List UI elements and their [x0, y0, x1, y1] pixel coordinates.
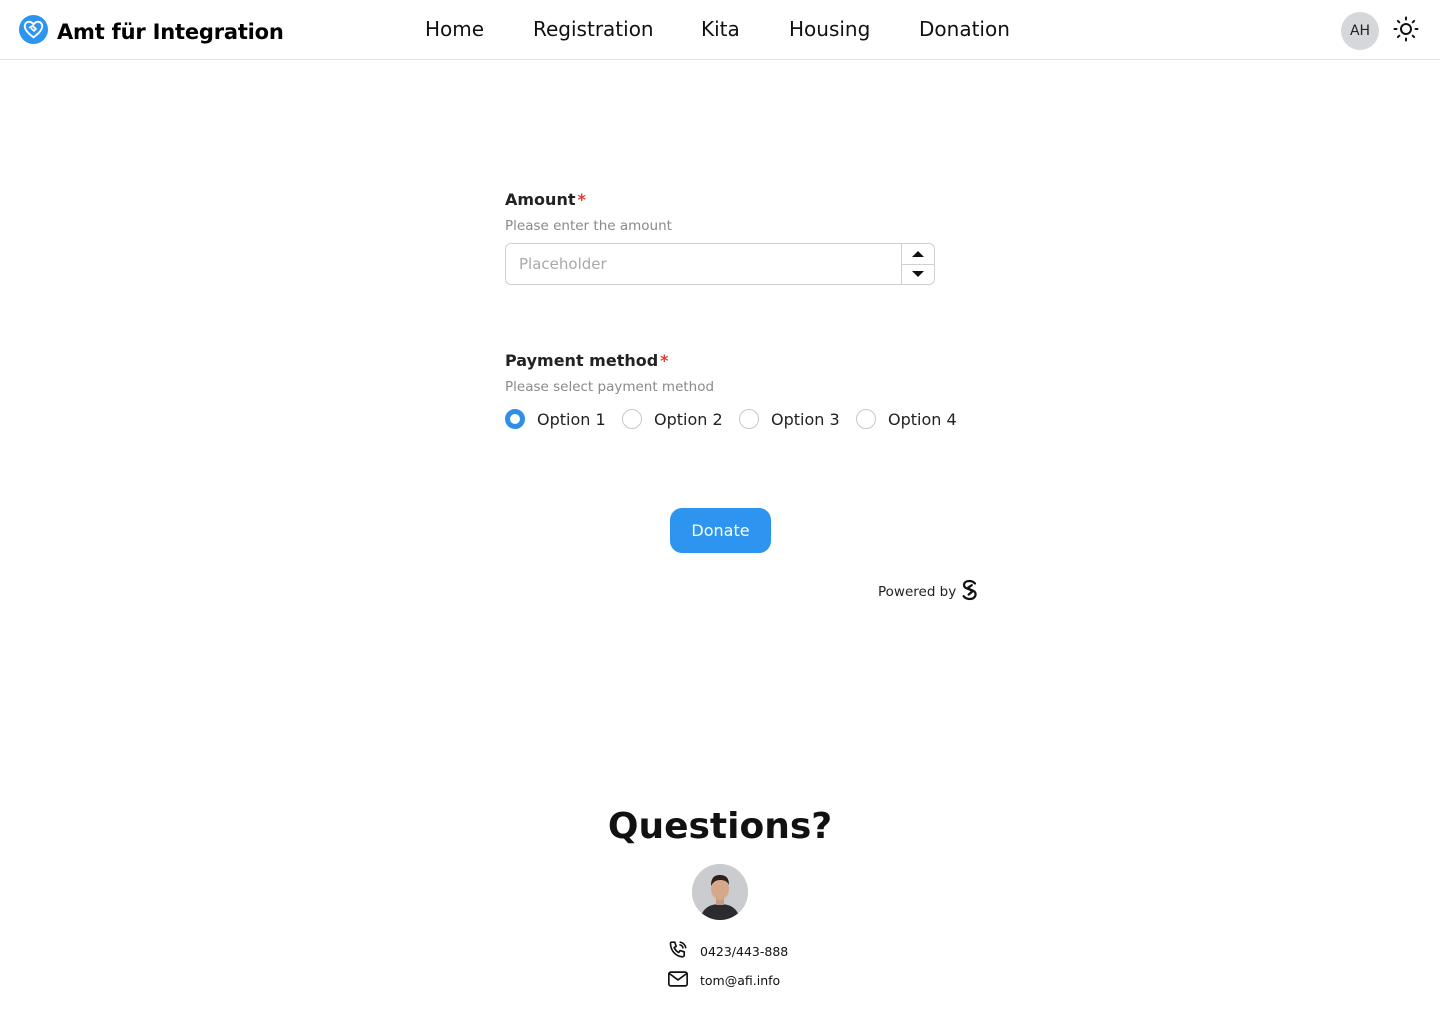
radio-label: Option 2: [654, 409, 723, 429]
amount-label-text: Amount: [505, 190, 576, 209]
phone-icon: [667, 939, 689, 964]
sun-icon: [1393, 16, 1419, 46]
contact-photo: [692, 864, 748, 920]
nav-donation[interactable]: Donation: [919, 17, 1010, 41]
questions-heading: Questions?: [607, 806, 833, 847]
nav-kita[interactable]: Kita: [701, 17, 789, 41]
caret-down-icon: [912, 271, 924, 278]
powered-by: Powered by: [878, 579, 980, 605]
payment-method-section: Payment method * Please select payment me…: [505, 351, 985, 429]
amount-section: Amount * Please enter the amount: [505, 190, 955, 285]
theme-toggle-button[interactable]: [1392, 16, 1420, 46]
radio-label: Option 1: [537, 409, 606, 429]
radio-button[interactable]: [739, 409, 759, 429]
radio-button-checked[interactable]: [505, 409, 525, 429]
nav-housing[interactable]: Housing: [789, 17, 919, 41]
amount-help-text: Please enter the amount: [505, 218, 672, 234]
radio-label: Option 4: [888, 409, 957, 429]
payment-method-radio-group: Option 1 Option 2 Option 3 Option 4: [505, 409, 985, 429]
caret-up-icon: [912, 250, 924, 257]
increment-button[interactable]: [902, 244, 934, 265]
top-header: Amt für Integration Home Registration Ki…: [0, 0, 1440, 60]
radio-option-3[interactable]: Option 3: [739, 409, 856, 429]
donate-button[interactable]: Donate: [670, 508, 771, 553]
radio-option-2[interactable]: Option 2: [622, 409, 739, 429]
amount-field: [505, 243, 935, 285]
radio-button[interactable]: [856, 409, 876, 429]
radio-label: Option 3: [771, 409, 840, 429]
heart-handshake-icon: [18, 14, 49, 49]
amount-label: Amount *: [505, 190, 955, 209]
required-mark: *: [660, 351, 669, 370]
payment-method-label: Payment method *: [505, 351, 985, 370]
radio-option-1[interactable]: Option 1: [505, 409, 622, 429]
mail-icon: [667, 969, 689, 992]
nav-registration[interactable]: Registration: [533, 17, 701, 41]
contact-phone[interactable]: 0423/443-888: [667, 939, 788, 964]
required-mark: *: [577, 190, 586, 209]
radio-button[interactable]: [622, 409, 642, 429]
user-avatar[interactable]: AH: [1341, 12, 1379, 50]
amount-stepper: [901, 244, 934, 284]
stripe-s-icon[interactable]: [960, 579, 980, 605]
nav-home[interactable]: Home: [425, 17, 533, 41]
email-address: tom@afi.info: [700, 973, 781, 988]
payment-method-help-text: Please select payment method: [505, 379, 715, 395]
radio-option-4[interactable]: Option 4: [856, 409, 957, 429]
app-title: Amt für Integration: [57, 19, 284, 44]
logo[interactable]: Amt für Integration: [18, 14, 284, 49]
payment-method-label-text: Payment method: [505, 351, 659, 370]
main-nav: Home Registration Kita Housing Donation: [425, 17, 1010, 41]
amount-input[interactable]: [506, 244, 902, 284]
contact-email[interactable]: tom@afi.info: [667, 969, 780, 992]
powered-by-text: Powered by: [878, 584, 957, 600]
phone-number: 0423/443-888: [700, 944, 789, 959]
decrement-button[interactable]: [902, 265, 934, 285]
